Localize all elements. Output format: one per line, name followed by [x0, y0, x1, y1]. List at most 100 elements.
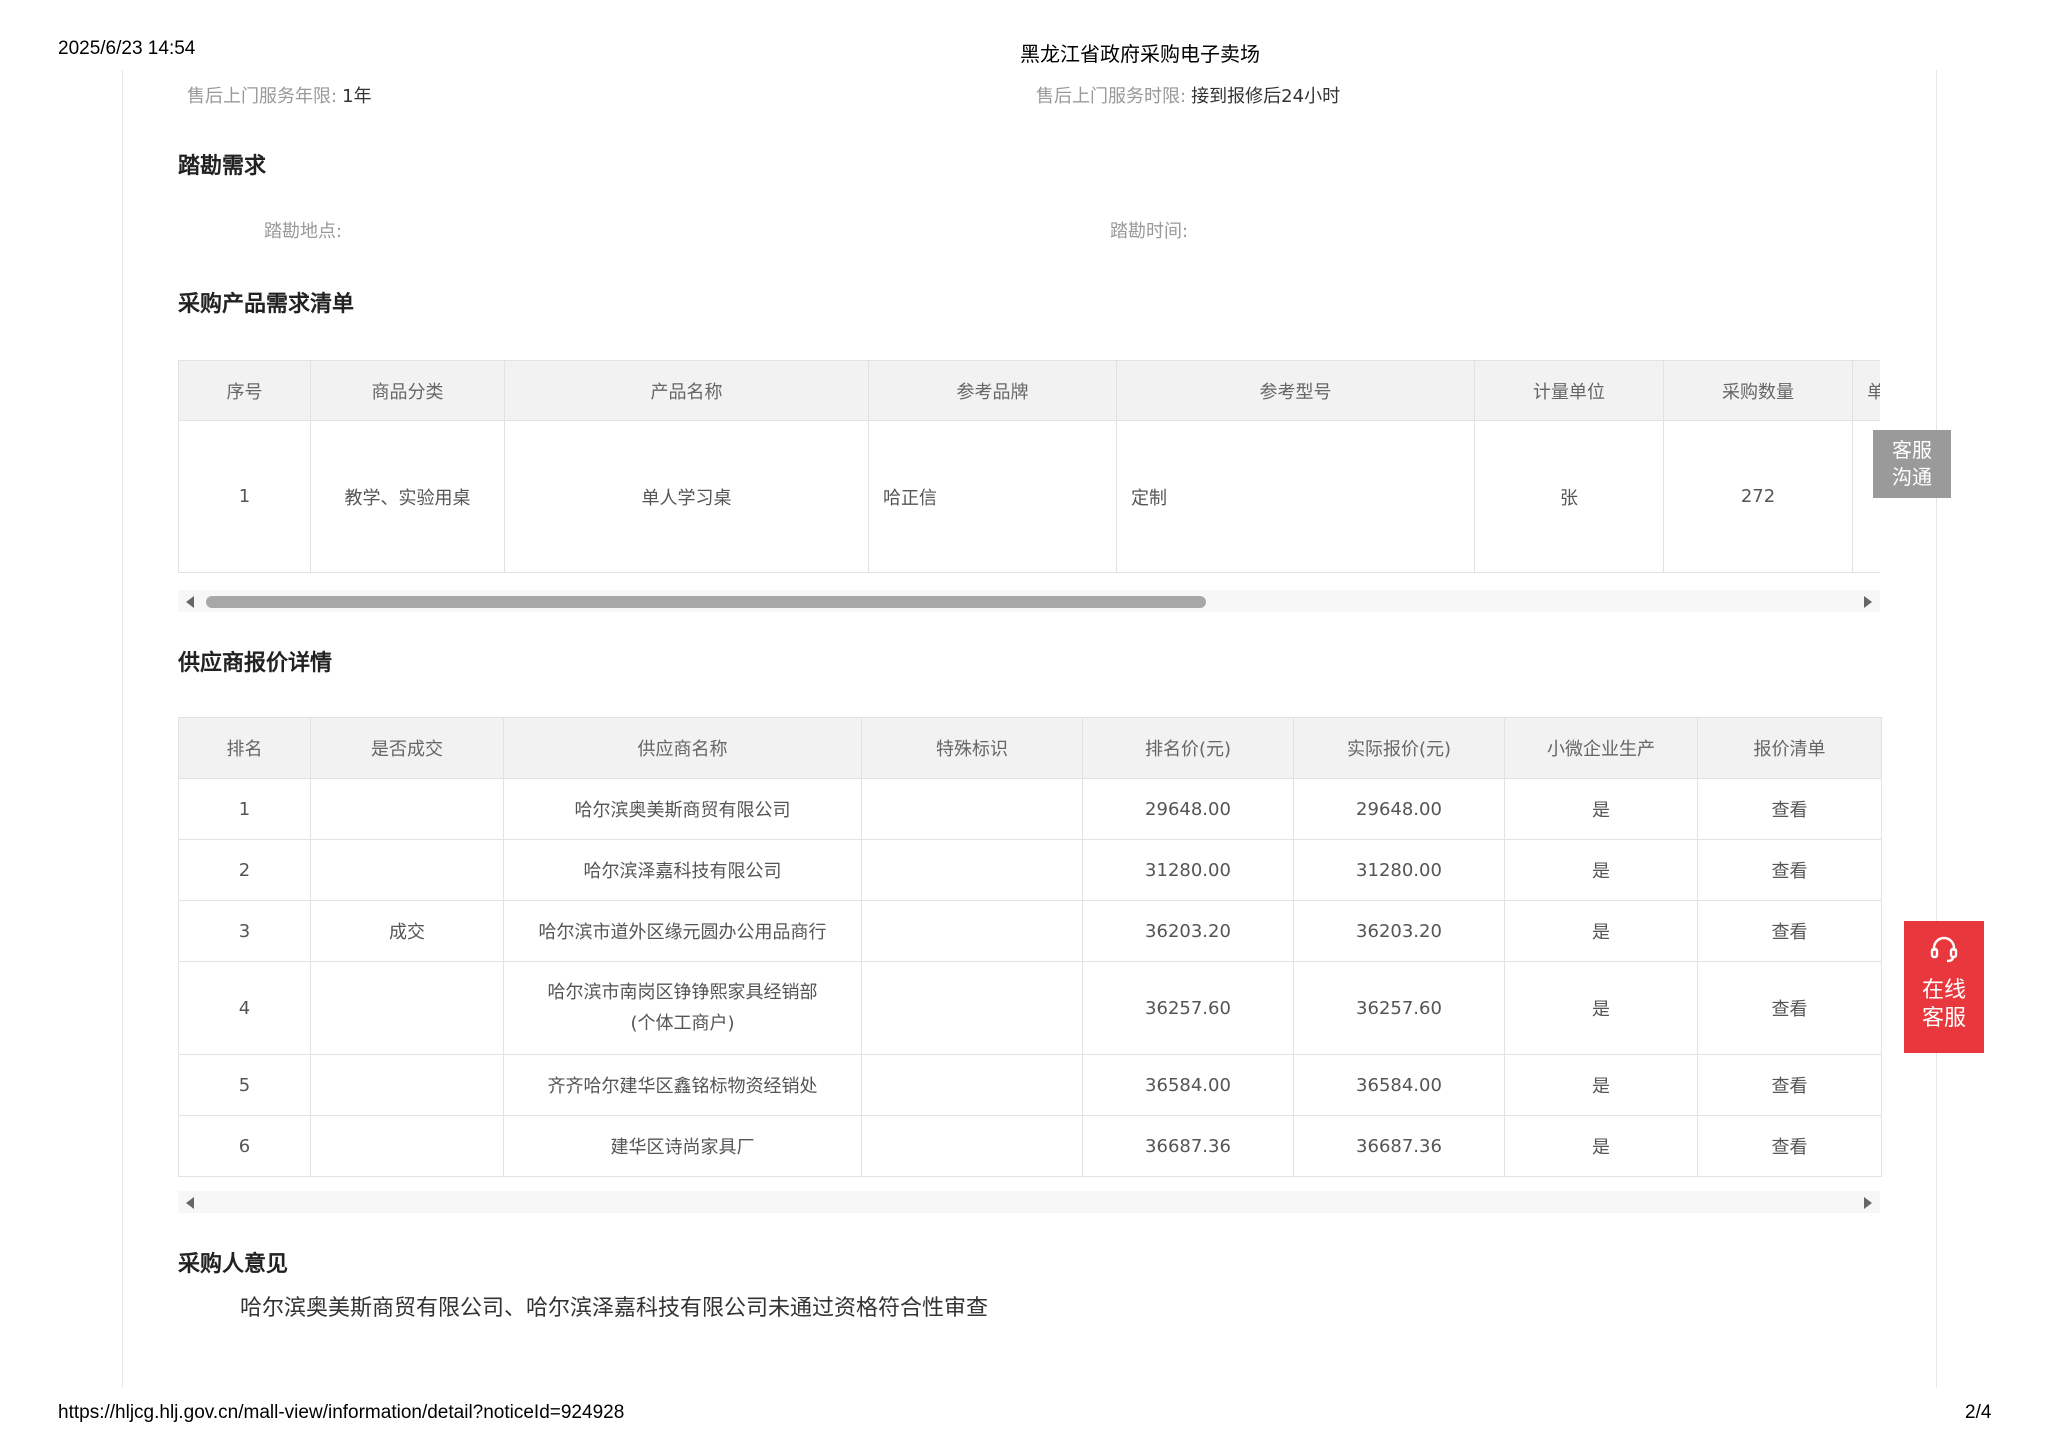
- quote-small-enterprise: 是: [1504, 961, 1698, 1055]
- products-scroll-thumb[interactable]: [206, 596, 1206, 608]
- print-page-number: 2/4: [1965, 1402, 1992, 1423]
- kefu-gray-line2: 沟通: [1892, 465, 1932, 489]
- quote-special-mark: [861, 1115, 1083, 1177]
- quote-deal: [310, 961, 504, 1055]
- view-quote-link[interactable]: 查看: [1697, 1054, 1882, 1116]
- product-model: 定制: [1116, 420, 1475, 573]
- print-datetime: 2025/6/23 14:54: [58, 38, 196, 59]
- quote-supplier: 哈尔滨市道外区缘元圆办公用品商行: [503, 900, 862, 962]
- product-unit: 张: [1474, 420, 1664, 573]
- quotes-section-title: 供应商报价详情: [178, 651, 333, 676]
- col-header-deal: 是否成交: [310, 717, 504, 779]
- after-sales-years-label: 售后上门服务年限:: [187, 86, 338, 107]
- after-sales-time-value: 接到报修后24小时: [1191, 86, 1341, 107]
- quote-deal: [310, 778, 504, 840]
- headset-icon: [1930, 936, 1958, 963]
- quote-rank-price: 36203.20: [1082, 900, 1294, 962]
- table-row: 1 教学、实验用桌 单人学习桌 哈正信 定制 张 272: [178, 420, 1880, 573]
- col-header-truncated: 单: [1852, 360, 1880, 421]
- quote-supplier: 齐齐哈尔建华区鑫铭标物资经销处: [503, 1054, 862, 1116]
- view-quote-link[interactable]: 查看: [1697, 778, 1882, 840]
- quote-rank-price: 31280.00: [1082, 839, 1294, 901]
- col-header-quantity: 采购数量: [1663, 360, 1853, 421]
- col-header-rank: 排名: [178, 717, 311, 779]
- scroll-left-arrow-icon[interactable]: [186, 1197, 194, 1209]
- quote-special-mark: [861, 961, 1083, 1055]
- view-quote-link[interactable]: 查看: [1697, 839, 1882, 901]
- quote-small-enterprise: 是: [1504, 778, 1698, 840]
- col-header-special-mark: 特殊标识: [861, 717, 1083, 779]
- quote-supplier: 建华区诗尚家具厂: [503, 1115, 862, 1177]
- page-right-border: [1936, 70, 1937, 1388]
- col-header-index: 序号: [178, 360, 311, 421]
- col-header-brand: 参考品牌: [868, 360, 1117, 421]
- quote-rank: 2: [178, 839, 311, 901]
- quote-small-enterprise: 是: [1504, 1115, 1698, 1177]
- page-left-border: [122, 70, 123, 1388]
- buyer-opinion-title: 采购人意见: [178, 1252, 289, 1277]
- product-brand: 哈正信: [868, 420, 1117, 573]
- quote-rank-price: 36257.60: [1082, 961, 1294, 1055]
- quote-special-mark: [861, 1054, 1083, 1116]
- view-quote-link[interactable]: 查看: [1697, 900, 1882, 962]
- view-quote-link[interactable]: 查看: [1697, 1115, 1882, 1177]
- table-row: 6 建华区诗尚家具厂 36687.36 36687.36 是 查看: [178, 1115, 1882, 1177]
- quote-special-mark: [861, 900, 1083, 962]
- quote-rank: 4: [178, 961, 311, 1055]
- quote-actual-price: 31280.00: [1293, 839, 1505, 901]
- online-service-button[interactable]: 在线 客服: [1904, 921, 1984, 1053]
- kefu-red-line1: 在线: [1921, 978, 1966, 1003]
- quote-rank: 6: [178, 1115, 311, 1177]
- products-horizontal-scrollbar[interactable]: [178, 590, 1880, 612]
- quote-special-mark: [861, 778, 1083, 840]
- col-header-supplier: 供应商名称: [503, 717, 862, 779]
- quotes-horizontal-scrollbar[interactable]: [178, 1191, 1880, 1213]
- quote-actual-price: 36257.60: [1293, 961, 1505, 1055]
- quote-actual-price: 36687.36: [1293, 1115, 1505, 1177]
- product-category: 教学、实验用桌: [310, 420, 505, 573]
- quote-actual-price: 36203.20: [1293, 900, 1505, 962]
- quote-deal: [310, 839, 504, 901]
- survey-location-label: 踏勘地点:: [264, 221, 343, 242]
- col-header-model: 参考型号: [1116, 360, 1475, 421]
- table-row: 1 哈尔滨奥美斯商贸有限公司 29648.00 29648.00 是 查看: [178, 778, 1882, 840]
- scroll-right-arrow-icon[interactable]: [1864, 1197, 1872, 1209]
- quotes-header-row: 排名 是否成交 供应商名称 特殊标识 排名价(元) 实际报价(元) 小微企业生产…: [178, 717, 1882, 779]
- survey-time-label: 踏勘时间:: [1110, 221, 1189, 242]
- quote-actual-price: 36584.00: [1293, 1054, 1505, 1116]
- after-sales-time-label: 售后上门服务时限:: [1036, 86, 1187, 107]
- quote-small-enterprise: 是: [1504, 1054, 1698, 1116]
- quote-rank: 1: [178, 778, 311, 840]
- after-sales-time: 售后上门服务时限: 接到报修后24小时: [1036, 82, 1340, 108]
- product-index: 1: [178, 420, 311, 573]
- product-quantity: 272: [1663, 420, 1853, 573]
- table-row: 4 哈尔滨市南岗区铮铮熙家具经销部 (个体工商户) 36257.60 36257…: [178, 961, 1882, 1055]
- after-sales-years: 售后上门服务年限: 1年: [187, 82, 372, 108]
- products-header-row: 序号 商品分类 产品名称 参考品牌 参考型号 计量单位 采购数量 单: [178, 360, 1880, 421]
- products-section-title: 采购产品需求清单: [178, 292, 355, 317]
- quote-deal: [310, 1115, 504, 1177]
- col-header-unit: 计量单位: [1474, 360, 1664, 421]
- table-row: 3 成交 哈尔滨市道外区缘元圆办公用品商行 36203.20 36203.20 …: [178, 900, 1882, 962]
- quote-rank-price: 36687.36: [1082, 1115, 1294, 1177]
- print-site-title: 黑龙江省政府采购电子卖场: [1020, 44, 1260, 66]
- quote-supplier-line1: 哈尔滨市南岗区铮铮熙家具经销部: [547, 982, 818, 1003]
- view-quote-link[interactable]: 查看: [1697, 961, 1882, 1055]
- quote-supplier-line2: (个体工商户): [630, 1013, 735, 1034]
- quote-actual-price: 29648.00: [1293, 778, 1505, 840]
- quote-supplier: 哈尔滨市南岗区铮铮熙家具经销部 (个体工商户): [503, 961, 862, 1055]
- quote-deal: [310, 1054, 504, 1116]
- quote-rank: 3: [178, 900, 311, 962]
- table-row: 5 齐齐哈尔建华区鑫铭标物资经销处 36584.00 36584.00 是 查看: [178, 1054, 1882, 1116]
- quote-rank-price: 36584.00: [1082, 1054, 1294, 1116]
- scroll-left-arrow-icon[interactable]: [186, 596, 194, 608]
- customer-service-chat-button[interactable]: 客服 沟通: [1873, 430, 1951, 498]
- buyer-opinion-text: 哈尔滨奥美斯商贸有限公司、哈尔滨泽嘉科技有限公司未通过资格符合性审查: [240, 1296, 989, 1321]
- survey-section-title: 踏勘需求: [178, 154, 267, 179]
- quotes-table: 排名 是否成交 供应商名称 特殊标识 排名价(元) 实际报价(元) 小微企业生产…: [178, 717, 1882, 1177]
- table-row: 2 哈尔滨泽嘉科技有限公司 31280.00 31280.00 是 查看: [178, 839, 1882, 901]
- quote-rank-price: 29648.00: [1082, 778, 1294, 840]
- products-table-viewport[interactable]: 序号 商品分类 产品名称 参考品牌 参考型号 计量单位 采购数量 单 1 教学、…: [178, 360, 1880, 574]
- col-header-quote-list: 报价清单: [1697, 717, 1882, 779]
- scroll-right-arrow-icon[interactable]: [1864, 596, 1872, 608]
